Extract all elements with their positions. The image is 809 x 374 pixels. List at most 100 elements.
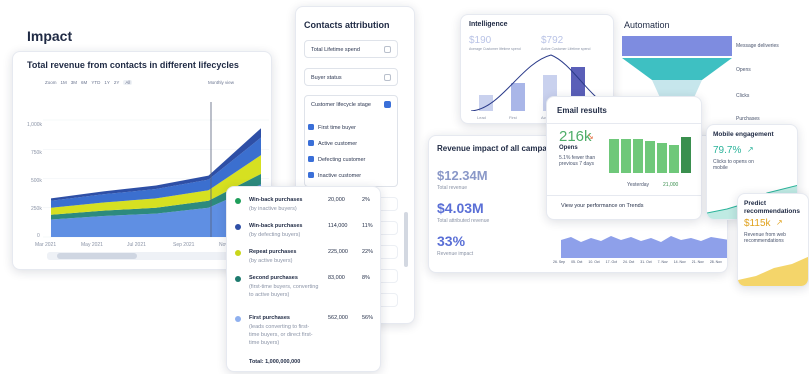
checkbox[interactable]	[384, 74, 391, 81]
range-2y-button[interactable]: 2Y	[114, 80, 120, 85]
x-tick-label: 31. Oct	[640, 260, 652, 264]
opens-description: 5.1% fewer than previous 7 days	[559, 155, 596, 167]
y-tick-label: 250k	[31, 206, 42, 212]
opens-bar-chart	[609, 137, 691, 173]
y-tick-label: 500k	[31, 178, 42, 184]
legend-dot	[235, 198, 241, 204]
yesterday-value: 21,000	[663, 182, 679, 188]
x-tick-label: 24. Oct	[622, 260, 635, 264]
check-first-time-buyer[interactable]: First time buyer	[308, 124, 356, 131]
bar-label: First	[509, 115, 517, 120]
tooltip-value: 114,000	[328, 223, 348, 229]
y-tick-label: 0	[37, 233, 40, 239]
attribute-row-lifetime-spend[interactable]: Total Lifetime spend	[304, 40, 398, 58]
x-tick-label: 21. Nov	[691, 260, 704, 264]
attributed-revenue-label: Total attributed revenue	[437, 218, 490, 224]
yesterday-label: Yesterday	[627, 182, 650, 188]
checkbox-checked[interactable]	[308, 124, 314, 130]
legend-dot	[235, 224, 241, 230]
x-tick-label: 10. Oct	[588, 260, 600, 264]
automation-title: Automation	[624, 20, 670, 30]
predict-area-chart	[738, 256, 808, 286]
tooltip-label: Repeat purchases	[249, 249, 297, 255]
predict-recommendations-card: Predict recommendations $115k ↗ Revenue …	[737, 193, 809, 287]
check-inactive-customer[interactable]: Inactive customer	[308, 172, 361, 179]
tooltip-label: Second purchases	[249, 275, 298, 281]
predict-value: $115k	[744, 218, 771, 229]
checkbox-checked[interactable]	[308, 172, 314, 178]
scrollbar[interactable]	[404, 212, 408, 267]
x-tick-label: 05. Oct	[571, 260, 583, 264]
metric-value: $792	[541, 35, 564, 46]
metric-label: Active Customer Lifetime spend	[541, 47, 591, 51]
range-3m-button[interactable]: 3M	[71, 80, 77, 85]
range-1y-button[interactable]: 1Y	[104, 80, 110, 85]
x-tick-label: 26. Sep	[553, 260, 566, 264]
revenue-x-axis: 26. Sep 05. Oct 10. Oct 17. Oct 24. Oct …	[553, 260, 722, 264]
chart-tooltip: Win-back purchases 20,000 2% (by inactiv…	[226, 186, 381, 372]
mobile-title: Mobile engagement	[713, 131, 774, 138]
trends-link[interactable]: View your performance on Trends	[561, 203, 643, 209]
checkbox-checked[interactable]	[308, 156, 314, 162]
email-results-title: Email results	[557, 106, 607, 115]
tooltip-subtext: (by inactive buyers)	[249, 206, 297, 212]
funnel-label: Clicks	[736, 93, 750, 99]
checkbox-checked[interactable]	[384, 101, 391, 108]
x-tick-label: Jul 2021	[127, 242, 146, 248]
revenue-impact-chart	[561, 236, 727, 258]
tooltip-subtext: (by active buyers)	[249, 258, 293, 264]
tooltip-subtext: (by defecting buyers)	[249, 232, 301, 238]
divider	[547, 195, 701, 196]
trend-up-icon: ↗	[747, 145, 754, 154]
attribute-label: Buyer status	[311, 75, 342, 81]
revenue-impact-title: Revenue impact of all campaigns	[437, 144, 564, 153]
impact-heading: Impact	[27, 28, 73, 44]
x-tick-label: Sep 2021	[173, 242, 195, 248]
attribute-label: Total Lifetime spend	[311, 47, 360, 53]
revenue-impact-label: Revenue impact	[437, 251, 474, 257]
metric-value: $190	[469, 35, 492, 46]
navigator-handle[interactable]	[57, 253, 137, 259]
check-defecting-customer[interactable]: Defecting customer	[308, 156, 365, 163]
mobile-description: Clicks to opens on mobile	[713, 159, 754, 171]
total-revenue-label: Total revenue	[437, 185, 468, 191]
range-ytd-button[interactable]: YTD	[91, 80, 100, 85]
tooltip-value: 562,000	[328, 315, 348, 321]
x-tick-label: Mar 2021	[35, 242, 57, 248]
chart-title: Total revenue from contacts in different…	[27, 60, 239, 70]
check-active-customer[interactable]: Active customer	[308, 140, 357, 147]
attribute-row-buyer-status[interactable]: Buyer status	[304, 68, 398, 86]
x-tick-label: 14. Nov	[673, 260, 686, 264]
x-tick-label: 17. Oct	[605, 260, 617, 264]
view-selector[interactable]: Monthly view	[208, 80, 234, 85]
attribution-title: Contacts attribution	[304, 20, 390, 30]
tooltip-total: Total: 1,000,000,000	[249, 359, 301, 365]
tooltip-label: First purchases	[249, 315, 290, 321]
trend-down-icon: ↘	[587, 132, 594, 141]
legend-dot	[235, 250, 241, 256]
metric-label: Average Customer lifetime spend	[469, 47, 521, 51]
revenue-impact-value: 33%	[437, 233, 466, 249]
checkbox[interactable]	[384, 46, 391, 53]
tooltip-value: 83,000	[328, 275, 345, 281]
attribute-label: Customer lifecycle stage	[311, 102, 371, 108]
range-all-button[interactable]: All	[123, 80, 133, 85]
check-label: Inactive customer	[318, 173, 362, 179]
tooltip-value: 20,000	[328, 197, 345, 203]
tooltip-value: 225,000	[328, 249, 348, 255]
range-6m-button[interactable]: 6M	[81, 80, 87, 85]
funnel-label: Purchases	[736, 116, 760, 122]
check-label: Defecting customer	[318, 157, 366, 163]
tooltip-percent: 2%	[362, 197, 370, 203]
tooltip-label: Win-back purchases	[249, 197, 303, 203]
checkbox-checked[interactable]	[308, 140, 314, 146]
bar-label: Lead	[477, 115, 486, 120]
email-results-card: Email results 216k ↘ Opens 5.1% fewer th…	[546, 96, 702, 220]
x-tick-label: 7. Nov	[657, 260, 668, 264]
tooltip-subtext: (leads converting to first-time buyers, …	[249, 324, 313, 346]
range-1m-button[interactable]: 1M	[61, 80, 67, 85]
mobile-value: 79.7%	[713, 145, 742, 156]
opens-label: Opens	[559, 145, 578, 151]
attributed-revenue-value: $4.03M	[437, 200, 484, 216]
predict-title: Predict recommendations	[744, 200, 800, 215]
